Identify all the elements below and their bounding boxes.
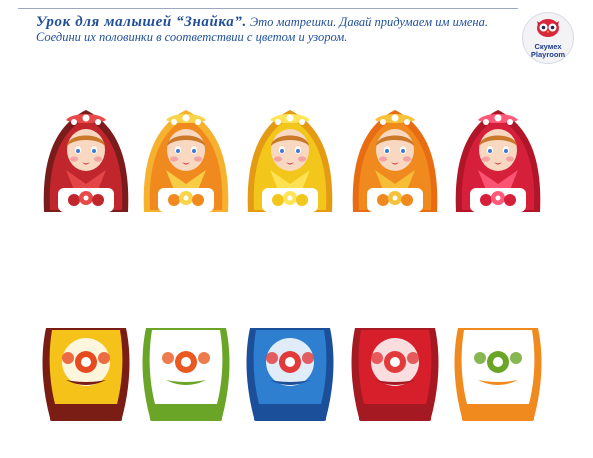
doll-bottom-3[interactable] [240,326,340,429]
header-rule [18,8,518,9]
doll-bottom-2[interactable] [136,326,236,429]
lesson-header: Урок для малышей “Знайка”. Это матрешки.… [36,14,516,45]
doll-top-4[interactable] [345,98,445,223]
doll-bottom-1[interactable] [36,326,136,429]
doll-top-5[interactable] [448,98,548,223]
title-line: Урок для малышей “Знайка”. Это матрешки.… [36,14,516,30]
logo-badge: Скумех Playroom [522,12,574,64]
doll-bottom-5[interactable] [448,326,548,429]
doll-bottom-4[interactable] [345,326,445,429]
lesson-instruction: Соедини их половинки в соответствии с цв… [36,30,348,44]
lesson-title: Урок для малышей “Знайка”. [36,14,247,30]
lesson-intro: Это матрешки. Давай придумаем им имена. [246,15,488,29]
doll-top-1[interactable] [36,98,136,223]
logo-text-2: Playroom [530,50,566,59]
doll-top-3[interactable] [240,98,340,223]
doll-top-2[interactable] [136,98,236,223]
